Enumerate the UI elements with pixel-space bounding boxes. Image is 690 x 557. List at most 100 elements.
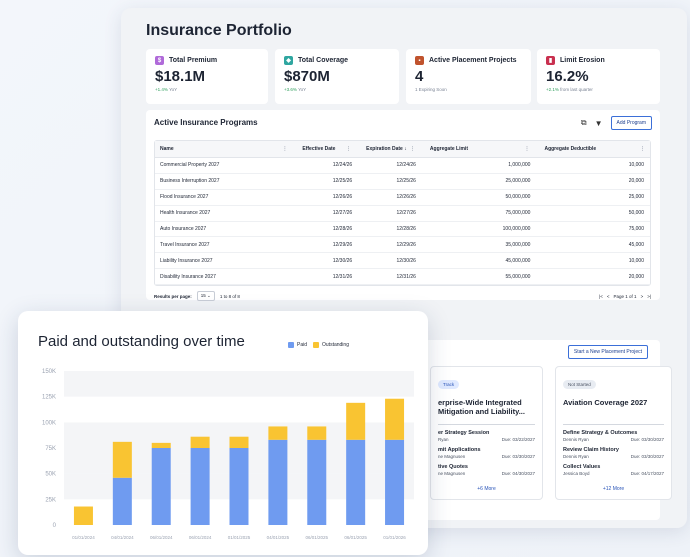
cell-expiration: 12/24/26 (396, 162, 416, 169)
column-header-name[interactable]: Name ⋮ (155, 146, 292, 152)
table-row[interactable]: Health Insurance 2027 12/27/26 12/27/26 75,… (155, 206, 650, 222)
kpi-value: 16.2% (546, 68, 589, 85)
cell-agg_limit: 75,000,000 (505, 210, 531, 217)
more-tasks-link[interactable]: +12 More (556, 486, 671, 492)
task-item: Collect Values Jessica Boyd Due: 04/17/202… (563, 464, 664, 476)
cell-agg_limit: 45,000,000 (505, 257, 531, 264)
cell-name: Travel Insurance 2027 (160, 241, 210, 248)
stacked-bar-chart: 0 25K 50K 75K 100K 125K 150K 01/01/2024 04/01/20… (42, 369, 414, 540)
filter-icon[interactable]: ▼ (595, 119, 603, 128)
table-row[interactable]: Business Interruption 2027 12/25/26 12/25/… (155, 174, 650, 190)
cell-agg_limit: 1,000,000 (508, 162, 531, 169)
kpi-active-placement[interactable]: ▪ Active Placement Projects 4 1 Expiring… (406, 49, 531, 104)
kpi-value: $18.1M (155, 68, 206, 85)
cell-name: Liability Insurance 2027 (160, 257, 213, 264)
cell-agg_ded: 45,000 (628, 241, 644, 248)
y-tick-label: 50K (45, 472, 56, 478)
bar-outstanding (307, 426, 327, 440)
cell-effective: 12/25/26 (332, 178, 353, 185)
bar-outstanding (151, 442, 171, 448)
table-row[interactable]: Disability Insurance 2027 12/31/26 12/31/2… (155, 269, 650, 286)
table-row[interactable]: Travel Insurance 2027 12/29/26 12/29/26 35,… (155, 237, 650, 254)
programs-table: Name ⋮ Effective Date ⋮ Expiration Date ↓ ⋮… (154, 140, 651, 287)
project-card[interactable]: Not Started Aviation Coverage 2027 Defin… (555, 366, 672, 500)
x-tick-label: 01/01/2025 (228, 535, 251, 540)
project-card[interactable]: Track erprise-Wide Integrated Mitigation … (430, 366, 543, 500)
cell-agg_limit: 25,000,000 (505, 178, 531, 185)
table-row[interactable]: Commercial Property 2027 12/24/26 12/24/26… (155, 158, 650, 174)
y-tick-label: 125K (42, 395, 56, 401)
table-row[interactable]: Liability Insurance 2027 12/30/26 12/30/26… (155, 253, 650, 270)
kpi-delta-suffix: YoY (298, 87, 307, 92)
programs-card: Active Insurance Programs ⧉ ▼ Add Progra… (146, 110, 660, 301)
start-placement-button[interactable]: Start a New Placement Project (567, 345, 648, 359)
task-item: tive Quotes ne Magnusen Due: 04/30/2027 (438, 464, 535, 476)
x-tick-label: 06/01/2024 (189, 535, 212, 540)
column-header-agg-ded[interactable]: Aggregate Deductible ⋮ (534, 146, 650, 152)
bar-paid (385, 439, 405, 525)
bar-paid (190, 448, 210, 525)
bar-paid (346, 439, 366, 525)
cell-expiration: 12/28/26 (396, 226, 416, 232)
table-header: Name ⋮ Effective Date ⋮ Expiration Date ↓ ⋮… (155, 141, 650, 158)
sort-down-icon: ↓ (404, 146, 407, 152)
table-pager: Results per page: 15 ⌄ 1 to 8 of 8 |< < … (154, 291, 651, 301)
cell-agg_ded: 25,000 (628, 194, 644, 201)
kpi-value: 4 (415, 68, 424, 85)
table-row[interactable]: Flood Insurance 2027 12/26/26 12/26/26 50,0… (155, 190, 650, 206)
task-item: Review Claim History Dennis Ryan Due: 03/3… (563, 447, 664, 459)
cell-agg_ded: 10,000 (628, 162, 644, 169)
cell-name: Health Insurance 2027 (160, 210, 211, 217)
cell-effective: 12/30/26 (332, 257, 353, 264)
column-header-expiration[interactable]: Expiration Date ↓ ⋮ (356, 146, 420, 152)
page-indicator: Page 1 of 1 (613, 293, 637, 299)
column-header-effective[interactable]: Effective Date ⋮ (292, 146, 356, 152)
cell-effective: 12/31/26 (332, 273, 353, 280)
bar-paid (307, 439, 327, 525)
cell-agg_limit: 50,000,000 (505, 194, 531, 201)
next-page-icon[interactable]: > (641, 294, 644, 299)
first-page-icon[interactable]: |< (599, 294, 603, 299)
cell-expiration: 12/25/26 (396, 178, 416, 185)
copy-icon[interactable]: ⧉ (581, 118, 587, 128)
task-item: er Strategy Session Ryan Due: 03/22/2027 (438, 430, 535, 442)
table-row[interactable]: Auto Insurance 2027 12/28/26 12/28/26 100,0… (155, 222, 650, 238)
cell-expiration: 12/30/26 (396, 257, 416, 264)
bar-outstanding (229, 436, 249, 448)
cell-name: Disability Insurance 2027 (160, 273, 216, 280)
cell-agg_limit: 55,000,000 (505, 273, 531, 280)
project-title: erprise-Wide Integrated Mitigation and Li… (438, 398, 525, 416)
last-page-icon[interactable]: >| (647, 294, 651, 299)
bar-outstanding (112, 441, 132, 478)
prev-page-icon[interactable]: < (607, 294, 610, 299)
page-size-select[interactable]: 15 ⌄ (196, 291, 215, 301)
cell-name: Auto Insurance 2027 (160, 226, 207, 232)
grid-band (64, 371, 414, 397)
cell-name: Flood Insurance 2027 (160, 194, 209, 201)
column-header-agg-limit[interactable]: Aggregate Limit ⋮ (420, 146, 535, 152)
x-tick-label: 04/01/2025 (267, 535, 290, 540)
cell-effective: 12/29/26 (332, 241, 353, 248)
kpi-limit-erosion[interactable]: ▮ Limit Erosion 16.2% +2.1% from last qu… (537, 49, 660, 104)
bar-chart-icon: ▮ (546, 56, 555, 65)
results-per-page-label: Results per page: (154, 293, 192, 299)
kpi-total-premium[interactable]: $ Total Premium $18.1M +1.4% YoY (146, 49, 268, 104)
more-tasks-link[interactable]: +6 More (431, 486, 542, 492)
cell-agg_limit: 100,000,000 (502, 226, 531, 232)
paid-outstanding-chart-card: Paid and outstanding over time Paid Outs… (18, 311, 428, 555)
column-menu-icon: ⋮ (282, 146, 288, 152)
dollar-icon: $ (155, 56, 164, 65)
bar-outstanding (346, 402, 366, 440)
column-menu-icon: ⋮ (640, 146, 645, 152)
x-tick-label: 01/01/2024 (72, 535, 95, 540)
bar-outstanding (268, 426, 288, 440)
add-program-button[interactable]: Add Program (610, 116, 652, 130)
kpi-delta: +1.4% (155, 87, 168, 92)
cell-agg_ded: 50,000 (628, 210, 644, 217)
cell-agg_ded: 75,000 (628, 226, 644, 232)
cell-expiration: 12/31/26 (396, 273, 416, 280)
bar-paid (151, 448, 171, 525)
x-tick-label: 04/01/2024 (111, 535, 134, 540)
kpi-delta-suffix: from last quarter (560, 87, 593, 92)
kpi-total-coverage[interactable]: ◆ Total Coverage $870M +3.6% YoY (275, 49, 399, 104)
